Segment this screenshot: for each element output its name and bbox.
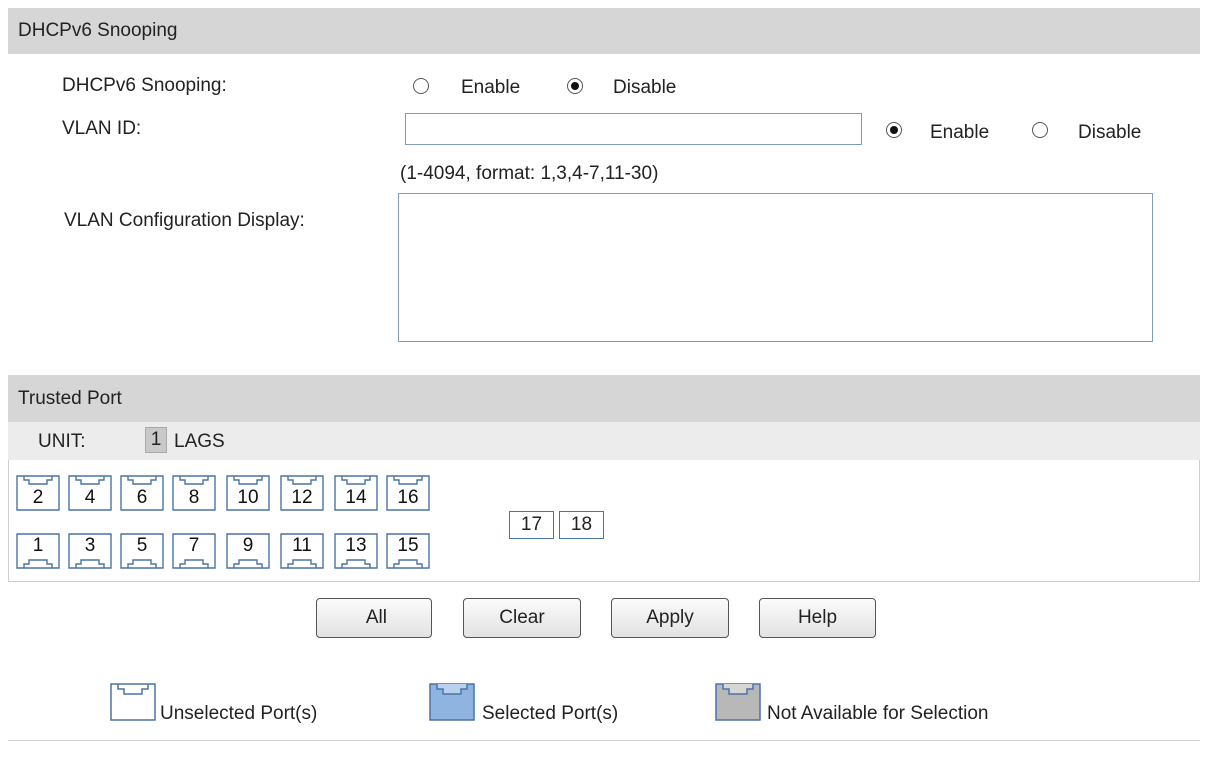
port-label: 3 xyxy=(84,535,96,556)
port-label: 7 xyxy=(188,535,200,556)
port-3[interactable]: 3 xyxy=(68,533,112,569)
port-18[interactable]: 18 xyxy=(559,511,604,539)
port-17[interactable]: 17 xyxy=(509,511,554,539)
port-label: 2 xyxy=(32,487,44,508)
apply-button[interactable]: Apply xyxy=(611,598,729,638)
unit-1-label: 1 xyxy=(150,429,162,450)
port-label: 5 xyxy=(136,535,148,556)
port-label: 6 xyxy=(136,487,148,508)
port-label: 1 xyxy=(32,535,44,556)
snooping-label: DHCPv6 Snooping: xyxy=(62,75,227,96)
port-8[interactable]: 8 xyxy=(172,475,216,511)
legend-unavailable-label: Not Available for Selection xyxy=(767,703,989,724)
snooping-disable-radio[interactable] xyxy=(567,78,583,94)
port-label: 14 xyxy=(345,487,367,508)
snooping-enable-label[interactable]: Enable xyxy=(461,77,520,99)
port-14[interactable]: 14 xyxy=(334,475,378,511)
vlan-format-hint: (1-4094, format: 1,3,4-7,11-30) xyxy=(400,163,659,184)
port-label: 13 xyxy=(345,535,367,556)
unit-1-tab[interactable]: 1 xyxy=(145,427,167,453)
unit-label: UNIT: xyxy=(38,431,86,452)
vlan-enable-radio[interactable] xyxy=(886,122,902,138)
port-11[interactable]: 11 xyxy=(280,533,324,569)
port-label: 15 xyxy=(397,535,419,556)
port-10[interactable]: 10 xyxy=(226,475,270,511)
port-1[interactable]: 1 xyxy=(16,533,60,569)
port-label: 12 xyxy=(291,487,313,508)
port-16[interactable]: 16 xyxy=(386,475,430,511)
snooping-enable-radio[interactable] xyxy=(413,78,429,94)
dhcp-section-title: DHCPv6 Snooping xyxy=(18,20,178,41)
trusted-section-header: Trusted Port xyxy=(8,375,1200,422)
unavailable-port-icon xyxy=(715,683,761,721)
port-label: 8 xyxy=(188,487,200,508)
port-4[interactable]: 4 xyxy=(68,475,112,511)
port-18-label: 18 xyxy=(570,514,593,535)
port-label: 11 xyxy=(292,535,312,556)
vlan-display-label: VLAN Configuration Display: xyxy=(64,210,305,231)
legend-unselected-label: Unselected Port(s) xyxy=(160,703,318,724)
port-label: 16 xyxy=(397,487,419,508)
lags-tab[interactable]: LAGS xyxy=(174,431,225,453)
port-13[interactable]: 13 xyxy=(334,533,378,569)
vlan-enable-label[interactable]: Enable xyxy=(930,122,989,144)
port-17-label: 17 xyxy=(520,514,543,535)
port-7[interactable]: 7 xyxy=(172,533,216,569)
vlan-disable-label[interactable]: Disable xyxy=(1078,122,1141,144)
vlan-config-display[interactable] xyxy=(398,193,1153,342)
unselected-port-icon xyxy=(110,683,156,721)
port-12[interactable]: 12 xyxy=(280,475,324,511)
dhcp-section-header: DHCPv6 Snooping xyxy=(8,8,1200,54)
legend-selected-label: Selected Port(s) xyxy=(482,703,619,724)
clear-button[interactable]: Clear xyxy=(463,598,581,638)
snooping-disable-label[interactable]: Disable xyxy=(613,77,676,99)
port-6[interactable]: 6 xyxy=(120,475,164,511)
vlan-id-label: VLAN ID: xyxy=(62,118,142,139)
selected-port-icon xyxy=(429,683,475,721)
bottom-divider xyxy=(8,740,1200,741)
port-9[interactable]: 9 xyxy=(226,533,270,569)
help-button[interactable]: Help xyxy=(759,598,876,638)
trusted-section-title: Trusted Port xyxy=(18,388,122,409)
port-2[interactable]: 2 xyxy=(16,475,60,511)
port-5[interactable]: 5 xyxy=(120,533,164,569)
port-label: 4 xyxy=(84,487,96,508)
vlan-id-input[interactable] xyxy=(405,113,862,145)
port-label: 10 xyxy=(237,487,259,508)
all-button[interactable]: All xyxy=(316,598,432,638)
unit-bar: UNIT: 1 LAGS xyxy=(8,422,1200,460)
port-15[interactable]: 15 xyxy=(386,533,430,569)
vlan-disable-radio[interactable] xyxy=(1032,122,1048,138)
port-label: 9 xyxy=(242,535,254,556)
